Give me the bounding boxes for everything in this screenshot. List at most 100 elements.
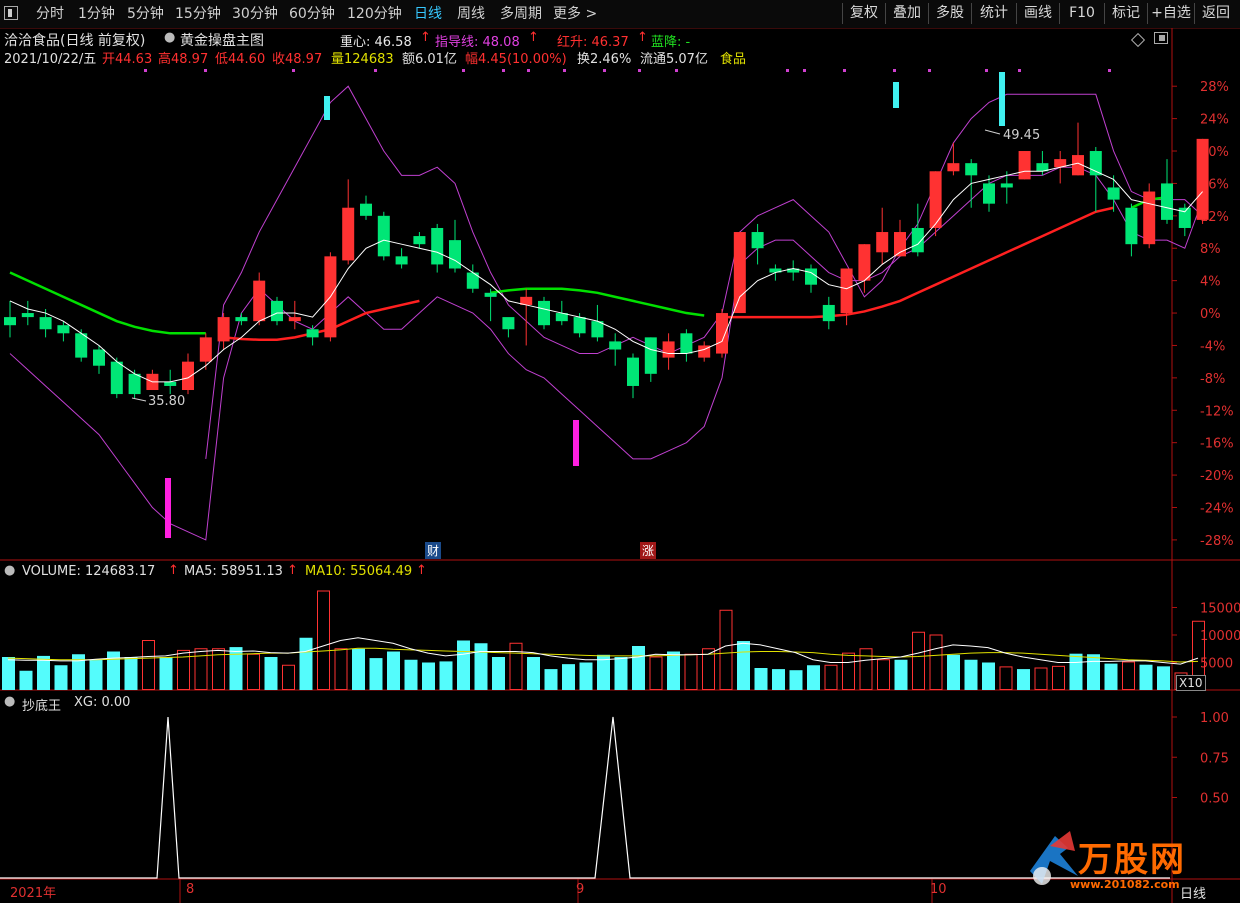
candle-body (128, 373, 141, 395)
signal-dot (527, 69, 530, 72)
volume-bar (894, 659, 908, 690)
volume-bar (1034, 667, 1048, 690)
candle-body (253, 280, 266, 322)
low-pointer-line (131, 397, 147, 402)
y-tick-label: -20% (1200, 469, 1234, 484)
volume-bar (422, 662, 435, 690)
candle-body (627, 357, 639, 386)
indicator-xg: XG: 0.00 (74, 695, 131, 710)
volume-bar (579, 662, 593, 690)
footer-month-8: 8 (186, 882, 195, 897)
indicator-collapse-icon-2[interactable]: ● (4, 694, 15, 709)
signal-dot (502, 69, 505, 72)
volume-bar (474, 643, 488, 690)
candle-body (377, 215, 390, 257)
sell-signal-stick (999, 72, 1005, 126)
volume-scale-label[interactable]: X10 (1176, 675, 1206, 691)
volume-bar (1087, 654, 1100, 690)
candle-body (947, 163, 960, 172)
volume-bar (789, 670, 803, 690)
candle-body (609, 341, 622, 350)
candle-body (288, 317, 301, 322)
signal-dot (374, 69, 377, 72)
volume-bar (1017, 669, 1030, 690)
candle-body (751, 232, 764, 249)
signal-dot (1018, 69, 1021, 72)
volume-bar (719, 609, 733, 690)
candle-body (858, 244, 871, 281)
candle-body (1000, 183, 1013, 188)
volume-bar (544, 669, 558, 690)
candle-body (573, 317, 586, 334)
volume-collapse-icon[interactable]: ● (4, 563, 15, 578)
signal-dot (603, 69, 606, 72)
ind-tick-label: 0.50 (1200, 792, 1229, 807)
candle-body (342, 207, 355, 261)
volume-bar (929, 634, 943, 690)
signal-dot (204, 69, 207, 72)
watermark-url: www.201082.com (1070, 878, 1180, 891)
y-tick-label: -16% (1200, 437, 1234, 452)
ma5-arrow-icon: ↑ (287, 563, 298, 578)
volume-value: VOLUME: 124683.17 (22, 564, 156, 579)
candle-body (199, 337, 212, 362)
ind-tick-label: 1.00 (1200, 711, 1229, 726)
volume-bar (317, 590, 330, 690)
volume-bar (824, 664, 838, 690)
volume-arrow-icon: ↑ (168, 563, 179, 578)
high-pointer-line (984, 129, 1001, 135)
indicator-panel-name[interactable]: 抄底王 (22, 695, 61, 714)
footer-month-9: 9 (576, 882, 585, 897)
candle-body (1161, 183, 1173, 220)
volume-bar (754, 668, 768, 690)
volume-bar (527, 657, 540, 690)
financial-report-marker[interactable]: 财 (425, 542, 442, 559)
volume-bar (107, 651, 120, 690)
candle-body (75, 333, 88, 358)
candle-body (164, 381, 177, 386)
signal-dot (1108, 69, 1111, 72)
y-tick-label: 4% (1200, 275, 1221, 290)
volume-bar (124, 657, 138, 690)
volume-bar (142, 640, 155, 690)
candle-body (805, 268, 817, 285)
y-tick-label: -12% (1200, 404, 1234, 419)
candle-body (217, 317, 230, 342)
volume-bar (964, 659, 978, 690)
volume-bar (457, 640, 470, 690)
volume-ma5-line (7, 637, 1199, 665)
volume-bar (352, 648, 365, 690)
y-tick-label: -8% (1200, 372, 1225, 387)
volume-bar (159, 657, 173, 690)
y-tick-label: 8% (1200, 242, 1221, 257)
y-tick-label: -24% (1200, 501, 1234, 516)
volume-ma5: MA5: 58951.13 (184, 564, 283, 579)
volume-bar (772, 669, 785, 690)
candle-body (733, 232, 746, 314)
signal-dot (563, 69, 566, 72)
candle-body (716, 313, 728, 354)
candle-body (965, 163, 978, 176)
volume-bar (264, 657, 278, 690)
volume-bar (299, 637, 313, 690)
candle-body (182, 361, 194, 391)
volume-bar (404, 659, 418, 690)
chart-canvas: 28%24%20%16%12%8%4%0%-4%-8%-12%-16%-20%-… (0, 28, 1240, 903)
candle-body (4, 317, 16, 326)
volume-bar (194, 648, 208, 690)
volume-bar (999, 666, 1013, 691)
candle-body (1107, 187, 1120, 200)
candle-body (840, 268, 853, 314)
limit-up-marker[interactable]: 涨 (640, 542, 657, 559)
ind-tick-label: 0.75 (1200, 751, 1229, 766)
volume-bar (912, 631, 925, 690)
volume-bar (649, 656, 663, 690)
upper-band-line (205, 85, 1203, 459)
candle-body (271, 300, 283, 322)
volume-bar (229, 647, 243, 690)
buy-signal-stick (573, 420, 579, 466)
volume-bar (369, 658, 383, 690)
volume-bar (509, 642, 523, 690)
candle-body (1196, 138, 1209, 220)
candle-body (1143, 191, 1156, 245)
